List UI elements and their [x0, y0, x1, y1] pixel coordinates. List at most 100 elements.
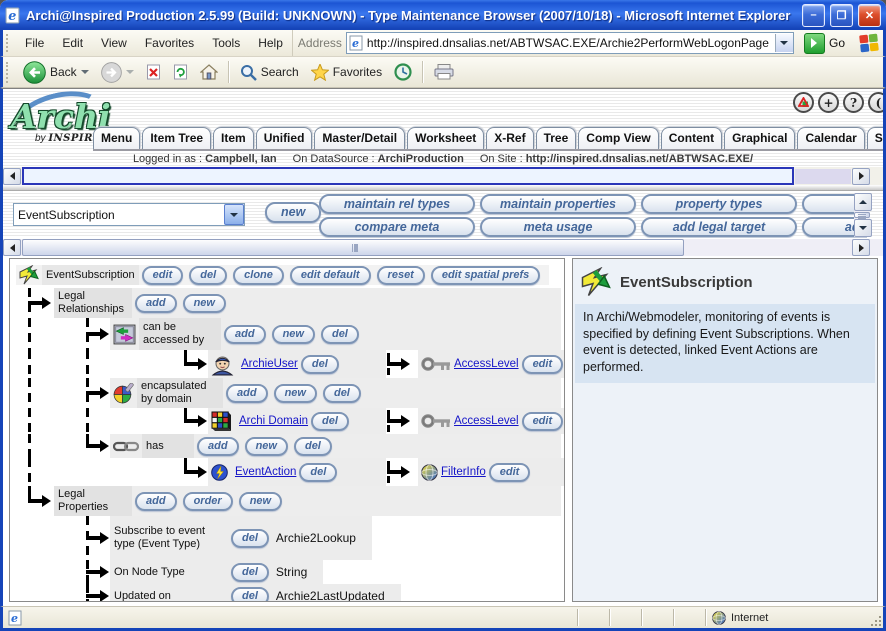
action-del[interactable]: del — [299, 463, 337, 482]
tab-comp-view[interactable]: Comp View — [578, 127, 658, 149]
back-button[interactable]: Back — [18, 60, 94, 85]
app-badge-icon[interactable] — [793, 92, 814, 113]
tree-link-eventaction[interactable]: EventAction — [235, 466, 296, 478]
panel-vertical-scrollbar[interactable] — [854, 193, 870, 237]
action-new[interactable]: new — [245, 437, 288, 456]
action-del[interactable]: del — [231, 529, 269, 548]
menu-file[interactable]: File — [16, 34, 53, 52]
tab-x-ref[interactable]: X-Ref — [486, 127, 533, 149]
action-del[interactable]: del — [294, 437, 332, 456]
action-del[interactable]: del — [231, 563, 269, 582]
home-button[interactable] — [195, 63, 223, 81]
action-maintain-properties[interactable]: maintain properties — [480, 194, 636, 214]
action-del[interactable]: del — [323, 384, 361, 403]
tab-worksheet[interactable]: Worksheet — [407, 127, 484, 149]
tree-link-accesslevel[interactable]: AccessLevel — [454, 358, 519, 370]
forward-button[interactable] — [96, 61, 139, 84]
tab-master-detail[interactable]: Master/Detail — [314, 127, 405, 149]
action-meta-usage[interactable]: meta usage — [480, 217, 636, 237]
tab-item-tree[interactable]: Item Tree — [142, 127, 211, 149]
resize-grip[interactable] — [867, 612, 883, 628]
close-button[interactable]: ✕ — [858, 4, 881, 27]
action-del[interactable]: del — [301, 355, 339, 374]
action-edit[interactable]: edit — [142, 266, 184, 285]
action-del[interactable]: del — [231, 587, 269, 603]
menu-favorites[interactable]: Favorites — [136, 34, 203, 52]
action-new[interactable]: new — [183, 294, 226, 313]
menu-edit[interactable]: Edit — [53, 34, 92, 52]
add-icon[interactable]: + — [818, 92, 839, 113]
action-add[interactable]: add — [197, 437, 239, 456]
tab-spatial[interactable]: Spatial — [867, 127, 883, 149]
tree-link-archieuser[interactable]: ArchieUser — [241, 358, 298, 370]
action-edit-default[interactable]: edit default — [290, 266, 371, 285]
scroll-right-button[interactable] — [852, 168, 870, 185]
back-dropdown-icon[interactable] — [81, 70, 89, 74]
tree-link-archi-domain[interactable]: Archi Domain — [239, 415, 308, 427]
address-input[interactable]: e http://inspired.dnsalias.net/ABTWSAC.E… — [346, 32, 794, 54]
action-maintain-rel-types[interactable]: maintain rel types — [319, 194, 475, 214]
minimize-button[interactable]: – — [802, 4, 825, 27]
scroll-up-button[interactable] — [854, 193, 872, 211]
scroll-left-button[interactable] — [3, 239, 21, 256]
new-type-button[interactable]: new — [265, 202, 321, 223]
history-button[interactable] — [389, 62, 417, 82]
action-del[interactable]: del — [321, 325, 359, 344]
action-reset[interactable]: reset — [377, 266, 425, 285]
action-add[interactable]: add — [226, 384, 268, 403]
search-button[interactable]: Search — [235, 63, 304, 82]
menu-view[interactable]: View — [92, 34, 136, 52]
action-button-row: compare metameta usageadd legal targetad… — [319, 217, 867, 237]
action-order[interactable]: order — [183, 492, 233, 511]
select-dropdown-icon[interactable] — [224, 204, 244, 225]
scroll-right-button[interactable] — [852, 239, 870, 256]
action-clone[interactable]: clone — [233, 266, 284, 285]
help-icon[interactable]: ? — [843, 92, 864, 113]
tree-link-accesslevel[interactable]: AccessLevel — [454, 415, 519, 427]
scroll-track[interactable] — [795, 169, 851, 184]
maximize-button[interactable]: ❐ — [830, 4, 853, 27]
tab-content[interactable]: Content — [661, 127, 722, 149]
history-icon — [394, 63, 412, 81]
scroll-down-button[interactable] — [854, 219, 872, 237]
action-edit[interactable]: edit — [489, 463, 531, 482]
print-button[interactable] — [429, 63, 459, 81]
favorites-button[interactable]: Favorites — [306, 63, 387, 82]
tab-graphical[interactable]: Graphical — [724, 127, 795, 149]
action-edit[interactable]: edit — [522, 355, 564, 374]
action-del[interactable]: del — [189, 266, 227, 285]
action-new[interactable]: new — [272, 325, 315, 344]
go-button[interactable]: Go — [798, 30, 851, 56]
action-new[interactable]: new — [274, 384, 317, 403]
action-compare-meta[interactable]: compare meta — [319, 217, 475, 237]
action-new[interactable]: new — [239, 492, 282, 511]
tree-link-filterinfo[interactable]: FilterInfo — [441, 466, 486, 478]
tab-menu[interactable]: Menu — [93, 127, 140, 149]
clipped-icon[interactable]: ( — [868, 92, 883, 113]
scroll-left-button[interactable] — [3, 168, 21, 185]
tab-item[interactable]: Item — [213, 127, 254, 149]
stop-button[interactable] — [141, 63, 166, 81]
action-del[interactable]: del — [311, 412, 349, 431]
tab-calendar[interactable]: Calendar — [797, 127, 864, 149]
tree-row: Legal Relationshipsaddnew — [10, 288, 564, 318]
action-add[interactable]: add — [135, 492, 177, 511]
action-edit-spatial-prefs[interactable]: edit spatial prefs — [431, 266, 540, 285]
action-add-legal-target[interactable]: add legal target — [641, 217, 797, 237]
action-add[interactable]: add — [224, 325, 266, 344]
action-edit[interactable]: edit — [522, 412, 564, 431]
scroll-thumb[interactable] — [854, 212, 870, 218]
tree-label: Subscribe to event type (Event Type) — [110, 516, 228, 560]
address-dropdown-button[interactable] — [775, 34, 793, 52]
tab-tree[interactable]: Tree — [536, 127, 577, 149]
scroll-track[interactable] — [685, 240, 851, 255]
tab-unified[interactable]: Unified — [256, 127, 313, 149]
refresh-button[interactable] — [168, 63, 193, 81]
action-add[interactable]: add — [135, 294, 177, 313]
type-select[interactable]: EventSubscription — [13, 203, 245, 226]
scroll-thumb[interactable] — [22, 239, 684, 256]
menu-tools[interactable]: Tools — [203, 34, 249, 52]
status-pane — [675, 609, 705, 627]
action-property-types[interactable]: property types — [641, 194, 797, 214]
menu-help[interactable]: Help — [249, 34, 292, 52]
